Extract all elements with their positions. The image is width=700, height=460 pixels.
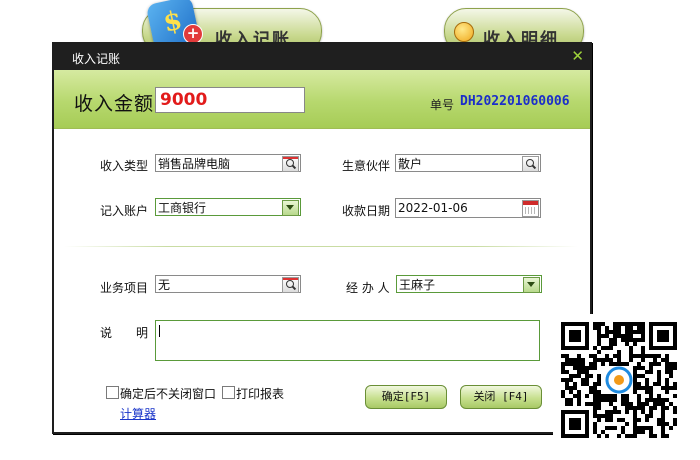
account-label: 记入账户: [100, 204, 149, 218]
project-field[interactable]: 无: [155, 275, 301, 293]
calendar-icon[interactable]: [522, 200, 539, 217]
dialog-title: 收入记账: [72, 52, 121, 66]
confirm-button[interactable]: 确定[F5]: [365, 385, 447, 409]
dialog-titlebar[interactable]: 收入记账 ✕: [54, 44, 590, 70]
dialog-header: 收入金额 9000 单号 DH202201060006: [54, 70, 590, 129]
description-label: 说 明: [100, 326, 149, 340]
coin-icon: [454, 22, 474, 42]
description-textarea[interactable]: [155, 320, 540, 361]
income-type-value: 销售品牌电脑: [158, 157, 231, 171]
plus-icon: +: [183, 24, 203, 44]
close-icon[interactable]: ✕: [571, 47, 584, 65]
qr-code: [553, 314, 685, 446]
project-label: 业务项目: [100, 281, 149, 295]
income-type-field[interactable]: 销售品牌电脑: [155, 154, 301, 172]
doc-no-label: 单号: [430, 98, 455, 112]
keep-open-checkbox[interactable]: [106, 386, 119, 399]
date-value: 2022-01-06: [398, 201, 468, 215]
date-label: 收款日期: [342, 204, 391, 218]
amount-input[interactable]: 9000: [155, 87, 305, 113]
account-value: 工商银行: [158, 201, 207, 215]
lookup-icon[interactable]: [282, 277, 299, 293]
keep-open-label[interactable]: 确定后不关闭窗口: [120, 385, 216, 402]
project-value: 无: [158, 278, 171, 292]
handler-select[interactable]: 王麻子: [396, 275, 542, 293]
print-report-label[interactable]: 打印报表: [236, 385, 284, 402]
text-caret: [159, 325, 160, 337]
divider: [64, 246, 578, 247]
account-select[interactable]: 工商银行: [155, 198, 301, 216]
doc-no-value: DH202201060006: [460, 94, 570, 109]
lookup-icon[interactable]: [282, 156, 299, 172]
close-button[interactable]: 关闭 [F4]: [460, 385, 542, 409]
income-type-label: 收入类型: [100, 159, 149, 173]
calculator-link[interactable]: 计算器: [120, 405, 156, 422]
handler-value: 王麻子: [399, 278, 436, 292]
chevron-down-icon[interactable]: [523, 277, 540, 293]
income-entry-dialog: 收入记账 ✕ 收入金额 9000 单号 DH202201060006 收入类型 …: [52, 42, 592, 434]
partner-value: 散户: [398, 157, 423, 171]
print-report-checkbox[interactable]: [222, 386, 235, 399]
partner-label: 生意伙伴: [342, 159, 391, 173]
handler-label: 经 办 人: [346, 281, 390, 295]
amount-label: 收入金额: [74, 93, 155, 115]
date-field[interactable]: 2022-01-06: [395, 198, 541, 218]
chevron-down-icon[interactable]: [282, 200, 299, 216]
lookup-icon[interactable]: [522, 156, 539, 172]
partner-field[interactable]: 散户: [395, 154, 541, 172]
